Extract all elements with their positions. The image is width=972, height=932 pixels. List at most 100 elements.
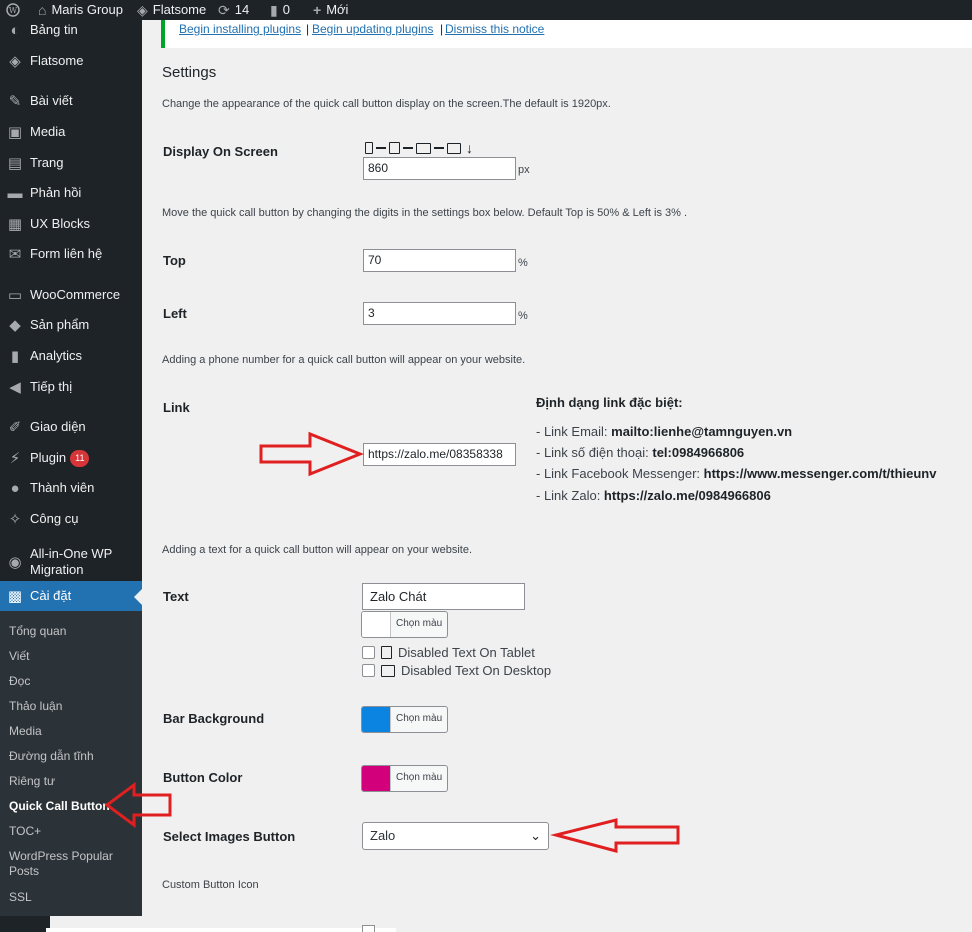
sidebar-item-label: Plugin [30, 450, 67, 465]
button-color-picker-button[interactable]: Chọn màu [361, 765, 448, 792]
plugin-icon: ⚡ [9, 450, 21, 467]
sidebar-item-label: Cài đặt [30, 588, 72, 603]
bar-background-color-button[interactable]: Chọn màu [361, 706, 448, 733]
sidebar-item-11[interactable]: ▮ Analytics [0, 341, 142, 371]
mail-icon: ✉ [8, 246, 22, 263]
submenu-item[interactable]: Media [9, 724, 42, 739]
laptop-icon [381, 664, 395, 677]
begin-installing-link[interactable]: Begin installing plugins [179, 22, 301, 36]
select-images-dropdown[interactable]: Zalo ⌄ [362, 822, 549, 850]
link-input[interactable]: https://zalo.me/08358338 [363, 443, 516, 466]
sidebar-item-7[interactable]: ▦ UX Blocks [0, 209, 142, 239]
submenu-item[interactable]: Viết [9, 649, 29, 664]
updates-link[interactable]: ⟳ 14 [218, 0, 249, 20]
top-label: Top [163, 253, 186, 268]
settings-icon: ▩ [7, 588, 23, 605]
partial-checkbox[interactable] [362, 925, 375, 932]
theme-link[interactable]: ◈ Flatsome [137, 0, 206, 20]
new-content-link[interactable]: + Mới [313, 0, 348, 20]
sidebar-item-14[interactable]: ⚡ Plugin 11 [0, 443, 142, 473]
box-icon: ◆ [9, 317, 21, 334]
disable-tablet-row[interactable]: Disabled Text On Tablet [362, 645, 535, 660]
top-percent-unit: % [518, 257, 528, 269]
submenu-item[interactable]: Thảo luận [9, 699, 62, 714]
sidebar-item-label: Flatsome [30, 53, 84, 68]
submenu-item[interactable]: TOC+ [9, 824, 41, 839]
special-link-format-title: Định dạng link đặc biệt: [536, 395, 683, 410]
sidebar-item-label: Phản hồi [30, 185, 82, 200]
pin-icon: ✎ [8, 93, 22, 110]
sidebar-item-4[interactable]: ▣ Media [0, 117, 142, 147]
user-icon: ● [10, 479, 20, 497]
sidebar-item-label: Giao diện [30, 419, 86, 434]
sidebar-item-label: Bảng tin [30, 22, 78, 37]
custom-button-icon-label: Custom Button Icon [162, 879, 259, 891]
help-prefix: - Link Email: [536, 424, 612, 439]
submenu-item[interactable]: Tổng quan [9, 624, 66, 639]
left-label: Left [163, 306, 187, 321]
phone-icon [365, 142, 373, 154]
submenu-item[interactable]: Đọc [9, 674, 30, 689]
sidebar-item-label: Analytics [30, 348, 83, 363]
sidebar-item-6[interactable]: ▬ Phản hồi [0, 178, 142, 208]
submenu-item[interactable]: Riêng tư [9, 774, 55, 789]
annotation-arrow-select-icon [550, 818, 680, 853]
top-input[interactable]: 70 [363, 249, 516, 272]
help-value: mailto:lienhe@tamnguyen.vn [611, 424, 793, 439]
sidebar-item-label: WooCommerce [30, 287, 121, 302]
sidebar-item-13[interactable]: ✐ Giao diện [0, 412, 142, 442]
submenu-item[interactable]: SSL [9, 890, 32, 905]
text-color-picker-button[interactable]: Chọn màu [361, 611, 448, 638]
sidebar-item-10[interactable]: ◆ Sản phẩm [0, 310, 142, 340]
dismiss-notice-link[interactable]: Dismiss this notice [445, 22, 544, 36]
sidebar-item-label: Media [30, 124, 66, 139]
bar-background-swatch [362, 707, 391, 732]
submenu-item[interactable]: Quick Call Button [9, 799, 110, 814]
sidebar-item-label: Công cụ [30, 511, 79, 526]
left-percent-unit: % [518, 310, 528, 322]
sidebar-item-16[interactable]: ✧ Công cụ [0, 504, 142, 534]
laptop-icon [416, 142, 431, 154]
submenu-item[interactable]: WordPress Popular Posts [9, 849, 119, 879]
display-description: Change the appearance of the quick call … [162, 98, 611, 110]
sidebar-item-2[interactable]: ◈ Flatsome [0, 46, 142, 76]
sidebar-item-17[interactable]: ◉ All-in-One WP Migration [0, 542, 142, 582]
horizontal-scrollbar[interactable] [46, 928, 396, 932]
disable-desktop-row[interactable]: Disabled Text On Desktop [362, 663, 551, 678]
display-on-screen-label: Display On Screen [163, 144, 278, 159]
arrow-down-icon: ↓ [466, 140, 473, 156]
text-description: Adding a text for a quick call button wi… [162, 544, 473, 556]
disable-desktop-checkbox[interactable] [362, 664, 375, 677]
comments-link[interactable]: ▮ 0 [270, 0, 290, 20]
sidebar-item-label: Bài viết [30, 93, 73, 108]
sidebar-item-3[interactable]: ✎ Bài viết [0, 86, 142, 116]
select-images-value: Zalo [370, 828, 396, 843]
annotation-arrow-link-icon [259, 431, 365, 477]
sidebar-item-9[interactable]: ▭ WooCommerce [0, 280, 142, 310]
svg-text:W: W [9, 6, 18, 15]
sidebar-item-label: Thành viên [30, 480, 95, 495]
sidebar-item-15[interactable]: ● Thành viên [0, 473, 142, 503]
display-width-input[interactable]: 860 [363, 157, 516, 180]
position-description: Move the quick call button by changing t… [162, 207, 688, 219]
updates-icon: ⟳ [218, 2, 230, 18]
submenu-item[interactable]: Đường dẫn tĩnh [9, 749, 94, 764]
sidebar-item-label: UX Blocks [30, 216, 90, 231]
bar-background-label: Bar Background [163, 711, 265, 726]
sidebar-item-5[interactable]: ▤ Trang [0, 148, 142, 178]
brush-icon: ✐ [8, 419, 22, 436]
disable-tablet-checkbox[interactable] [362, 646, 375, 659]
notice-separator: | [440, 22, 444, 36]
sidebar-item-12[interactable]: ◀ Tiếp thị [0, 372, 142, 402]
sidebar-item-1[interactable]: ◐ Bảng tin [0, 15, 142, 45]
comments-count: 0 [282, 2, 290, 17]
color-picker-label: Chọn màu [396, 618, 443, 629]
left-input[interactable]: 3 [363, 302, 516, 325]
phone-description: Adding a phone number for a quick call b… [162, 354, 526, 366]
begin-updating-link[interactable]: Begin updating plugins [312, 22, 433, 36]
sidebar-item-18[interactable]: ▩ Cài đặt [0, 581, 142, 611]
text-input[interactable]: Zalo Chát [362, 583, 525, 610]
text-label: Text [163, 589, 189, 604]
sidebar-item-8[interactable]: ✉ Form liên hệ [0, 239, 142, 269]
disable-desktop-label: Disabled Text On Desktop [401, 663, 552, 678]
